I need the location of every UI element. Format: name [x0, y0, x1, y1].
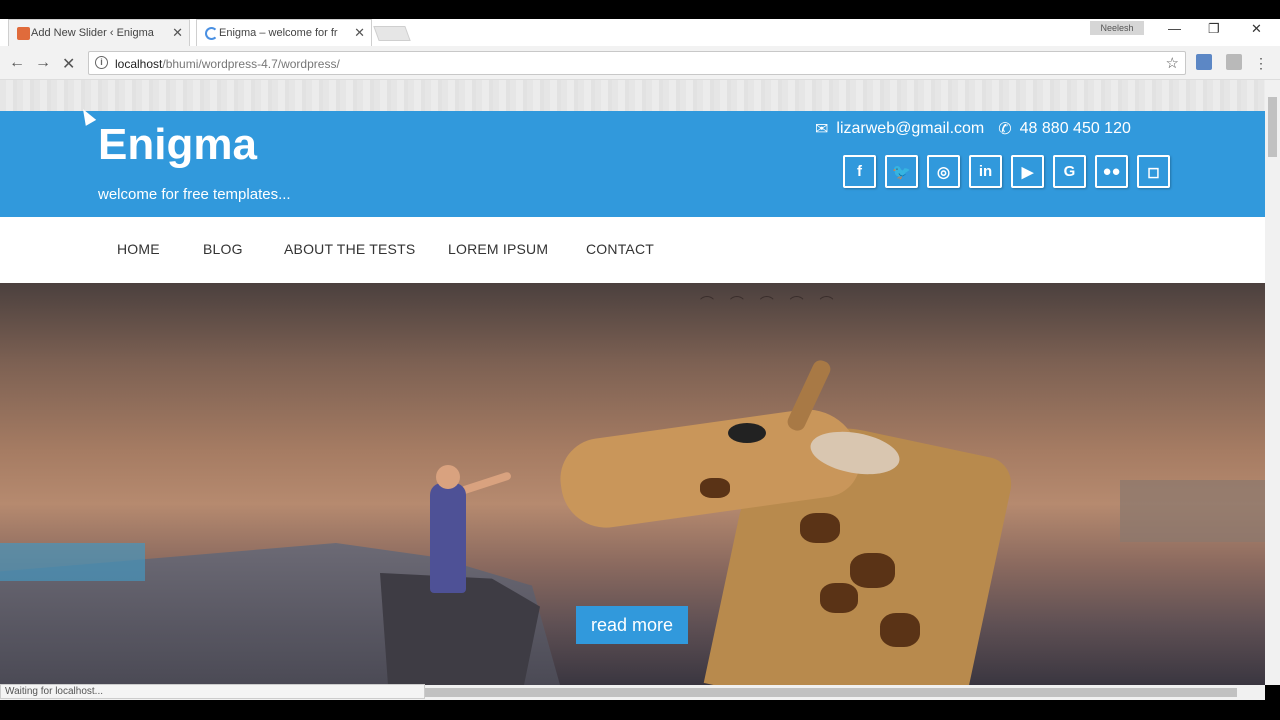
info-icon[interactable]: i [95, 56, 108, 69]
nav-item-home[interactable]: HOME [117, 241, 160, 257]
giraffe-spot [700, 478, 730, 498]
close-window-icon[interactable]: ✕ [1251, 21, 1262, 37]
social-links: f 🐦 ◎ in ▶ G ●● ◻ [843, 155, 1170, 188]
site-header: Enigma welcome for free templates... ✉ l… [0, 111, 1265, 217]
contact-info: ✉ lizarweb@gmail.com ✆ 48 880 450 120 [815, 119, 1131, 139]
close-tab-icon[interactable]: ✕ [172, 25, 183, 41]
tab-add-new-slider[interactable]: Add New Slider ‹ Enigma ✕ [8, 19, 190, 46]
dribbble-icon[interactable]: ◎ [927, 155, 960, 188]
hero-slider: ⌒ ⌒ ⌒ ⌒ ⌒ read more [0, 283, 1265, 685]
vertical-scroll-thumb[interactable] [1268, 97, 1277, 157]
main-nav: HOME BLOG ABOUT THE TESTS LOREM IPSUM CO… [0, 217, 1265, 283]
menu-icon[interactable]: ⋮ [1254, 55, 1268, 72]
nav-item-contact[interactable]: CONTACT [586, 241, 654, 257]
child-arm [460, 471, 512, 495]
forward-icon[interactable]: → [35, 54, 51, 72]
new-tab-button[interactable] [373, 26, 411, 41]
close-tab-icon[interactable]: ✕ [354, 25, 365, 41]
minimize-icon[interactable]: — [1168, 21, 1181, 36]
site-title[interactable]: Enigma [98, 120, 257, 170]
flickr-icon[interactable]: ●● [1095, 155, 1128, 188]
restore-icon[interactable]: ❐ [1208, 21, 1220, 37]
child-head [436, 465, 460, 489]
instagram-icon[interactable]: ◻ [1137, 155, 1170, 188]
url-text[interactable]: localhost/bhumi/wordpress-4.7/wordpress/ [115, 57, 340, 71]
top-background [0, 80, 1265, 111]
tab-strip: Add New Slider ‹ Enigma ✕ Enigma – welco… [0, 19, 1280, 46]
nav-item-about-the-tests[interactable]: ABOUT THE TESTS [284, 241, 415, 257]
contact-email[interactable]: lizarweb@gmail.com [836, 120, 984, 138]
slider-prev-thumbnail[interactable] [0, 543, 145, 581]
extension-icon[interactable] [1196, 54, 1212, 70]
status-bar: Waiting for localhost... [0, 684, 425, 699]
nav-item-blog[interactable]: BLOG [203, 241, 243, 257]
birds-illustration: ⌒ ⌒ ⌒ ⌒ ⌒ [700, 295, 840, 311]
bookmark-star-icon[interactable]: ☆ [1166, 54, 1179, 72]
web-page: Enigma welcome for free templates... ✉ l… [0, 80, 1265, 685]
wordpress-favicon-icon [17, 27, 30, 40]
tab-title: Enigma – welcome for fr [219, 27, 338, 39]
tab-title: Add New Slider ‹ Enigma [31, 27, 154, 39]
url-path: /bhumi/wordpress-4.7/wordpress/ [162, 57, 340, 71]
twitter-icon[interactable]: 🐦 [885, 155, 918, 188]
url-host: localhost [115, 57, 163, 71]
giraffe-eye [728, 423, 766, 443]
nav-item-lorem-ipsum[interactable]: LOREM IPSUM [448, 241, 548, 257]
envelope-icon: ✉ [815, 121, 829, 138]
phone-icon: ✆ [998, 121, 1012, 138]
youtube-icon[interactable]: ▶ [1011, 155, 1044, 188]
slider-next-thumbnail[interactable] [1120, 480, 1265, 542]
google-icon[interactable]: G [1053, 155, 1086, 188]
pdf-extension-icon[interactable] [1226, 54, 1242, 70]
site-tagline: welcome for free templates... [98, 186, 291, 203]
loading-spinner-icon [205, 27, 218, 40]
giraffe-spot [880, 613, 920, 647]
profile-name[interactable]: Neelesh [1090, 21, 1144, 35]
giraffe-spot [850, 553, 895, 588]
vertical-scrollbar[interactable] [1265, 80, 1280, 685]
read-more-button[interactable]: read more [576, 606, 688, 644]
giraffe-spot [820, 583, 858, 613]
child-figure [430, 483, 466, 593]
giraffe-spot [800, 513, 840, 543]
address-bar[interactable]: i localhost/bhumi/wordpress-4.7/wordpres… [88, 51, 1186, 75]
linkedin-icon[interactable]: in [969, 155, 1002, 188]
tab-enigma[interactable]: Enigma – welcome for fr ✕ [196, 19, 372, 46]
browser-window: Add New Slider ‹ Enigma ✕ Enigma – welco… [0, 0, 1280, 720]
stop-icon[interactable]: ✕ [62, 54, 75, 74]
contact-phone: 48 880 450 120 [1019, 120, 1131, 137]
back-icon[interactable]: ← [9, 54, 25, 72]
browser-toolbar: ← → ✕ i localhost/bhumi/wordpress-4.7/wo… [0, 46, 1280, 80]
facebook-icon[interactable]: f [843, 155, 876, 188]
horizontal-scroll-thumb[interactable] [425, 688, 1237, 697]
